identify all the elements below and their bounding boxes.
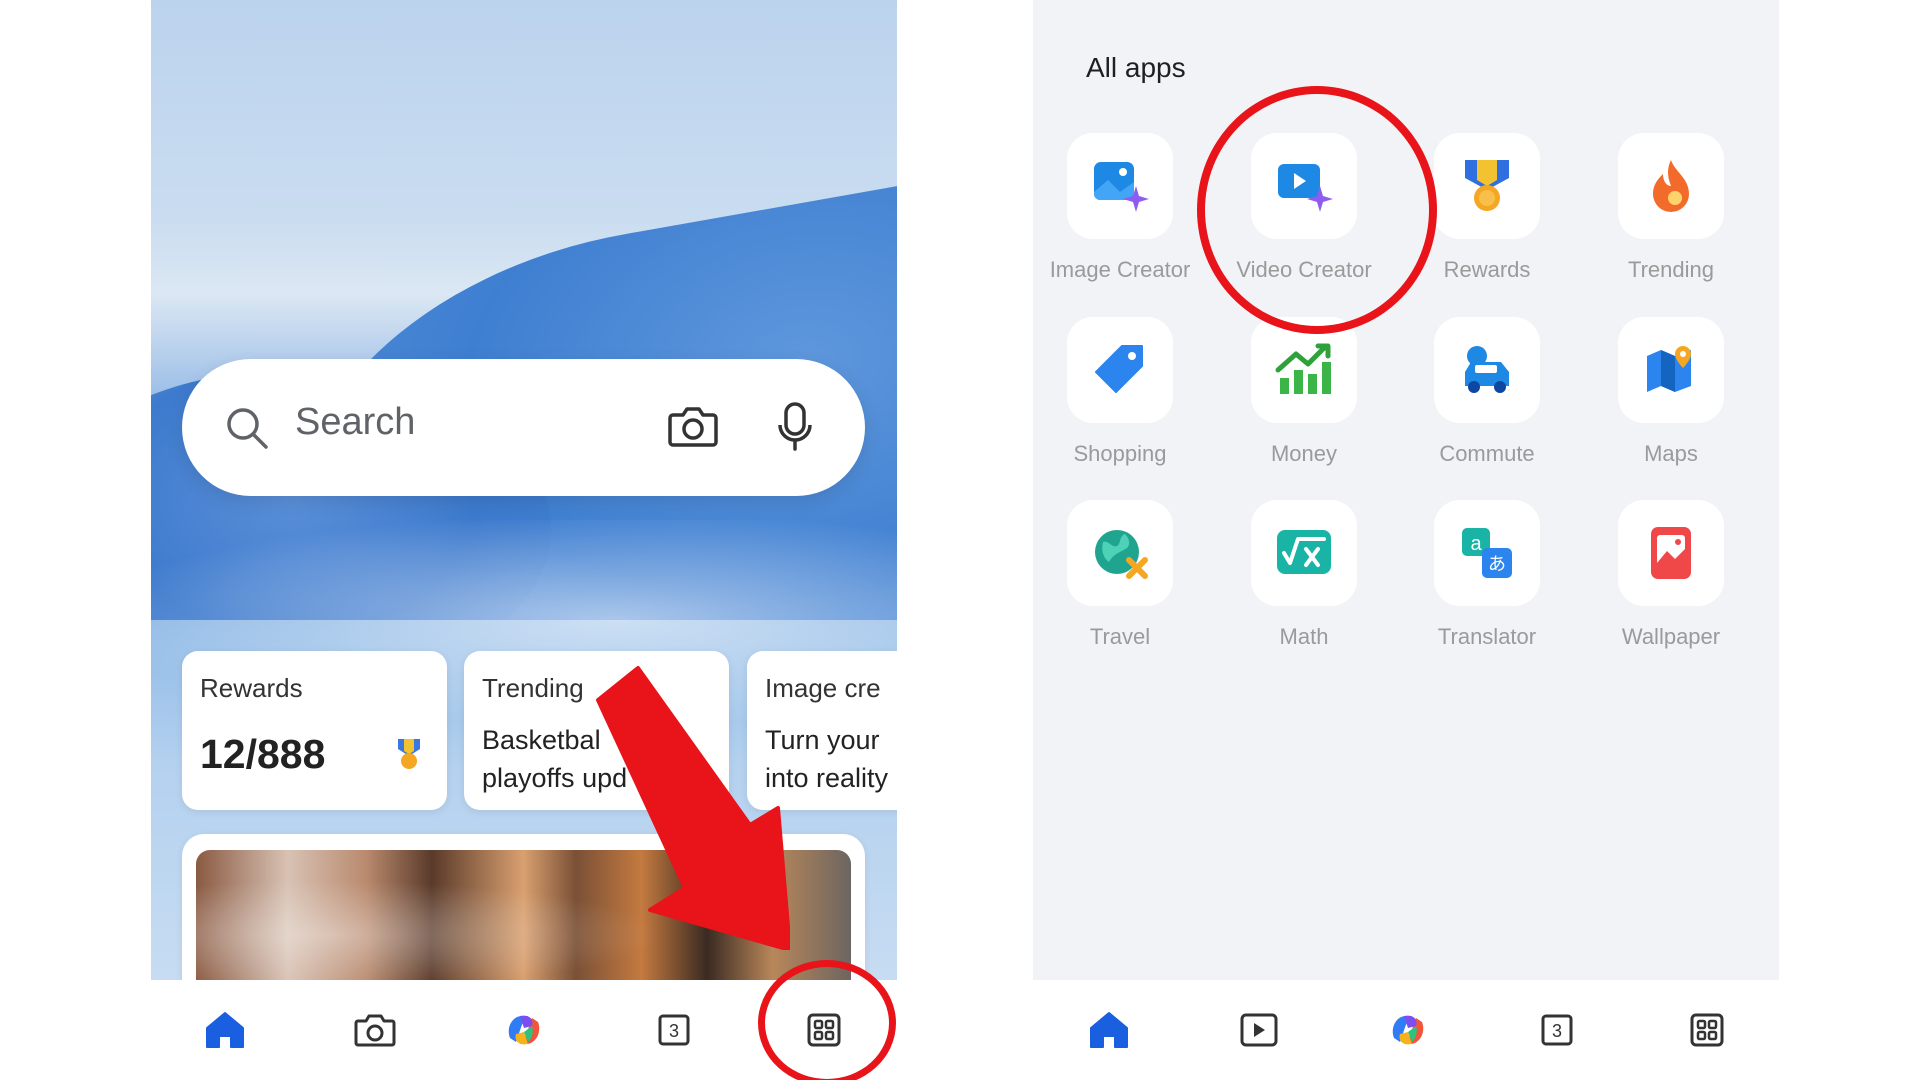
apps-grid-icon[interactable] [1683, 1006, 1731, 1054]
search-input[interactable]: Search [295, 401, 415, 444]
app-label: Image Creator [1049, 257, 1191, 282]
app-label: Wallpaper [1621, 624, 1721, 649]
app-wallpaper[interactable]: Wallpaper [1586, 500, 1736, 660]
maps-icon [1618, 317, 1724, 423]
annotation-arrow-icon [590, 660, 792, 955]
app-image-creator[interactable]: Image Creator [1035, 133, 1190, 293]
app-commute[interactable]: Commute [1402, 317, 1552, 477]
app-label: Commute [1439, 441, 1535, 466]
tab-count: 3 [669, 1021, 679, 1041]
camera-icon[interactable] [351, 1006, 399, 1054]
app-travel[interactable]: Travel [1035, 500, 1185, 660]
app-label: Shopping [1073, 441, 1167, 466]
translator-icon: aあ [1434, 500, 1540, 606]
medal-icon [392, 737, 426, 776]
bottom-navigation: 3 [1033, 980, 1779, 1080]
image-creator-icon [1067, 133, 1173, 239]
app-label: Translator [1437, 624, 1537, 649]
commute-icon [1434, 317, 1540, 423]
app-math[interactable]: Math [1219, 500, 1369, 660]
rewards-card-title: Rewards [200, 673, 303, 703]
tabs-icon[interactable]: 3 [650, 1006, 698, 1054]
trending-card-title: Trending [482, 673, 584, 703]
app-trending[interactable]: Trending [1586, 133, 1736, 293]
home-icon[interactable] [1085, 1006, 1133, 1054]
app-label: Trending [1627, 257, 1714, 282]
annotation-circle-video-creator [1197, 86, 1437, 334]
travel-icon [1067, 500, 1173, 606]
home-icon[interactable] [201, 1006, 249, 1054]
copilot-icon[interactable] [500, 1006, 548, 1054]
tab-count: 3 [1552, 1021, 1562, 1041]
app-label: Maps [1644, 441, 1698, 466]
visual-search-camera-icon[interactable] [668, 403, 718, 454]
copilot-icon[interactable] [1384, 1006, 1432, 1054]
app-translator[interactable]: aあ Translator [1402, 500, 1552, 660]
video-icon[interactable] [1235, 1006, 1283, 1054]
app-shopping[interactable]: Shopping [1035, 317, 1185, 477]
rewards-icon [1434, 133, 1540, 239]
tabs-icon[interactable]: 3 [1533, 1006, 1581, 1054]
app-label: Money [1270, 441, 1338, 466]
rewards-card[interactable]: Rewards 12/888 [182, 651, 447, 810]
wallpaper-icon [1618, 500, 1724, 606]
search-bar[interactable]: Search [182, 359, 865, 496]
math-icon [1251, 500, 1357, 606]
app-money[interactable]: Money [1219, 317, 1369, 477]
rewards-points: 12/888 [200, 731, 326, 777]
shopping-icon [1067, 317, 1173, 423]
all-apps-title: All apps [1086, 52, 1186, 83]
annotation-circle-apps-button [758, 960, 896, 1080]
search-icon [224, 405, 270, 456]
trending-icon [1618, 133, 1724, 239]
app-label: Math [1279, 624, 1329, 649]
svg-text:a: a [1470, 533, 1482, 555]
svg-text:あ: あ [1488, 554, 1506, 575]
app-maps[interactable]: Maps [1586, 317, 1736, 477]
microphone-icon[interactable] [776, 401, 814, 458]
app-label: Travel [1089, 624, 1151, 649]
